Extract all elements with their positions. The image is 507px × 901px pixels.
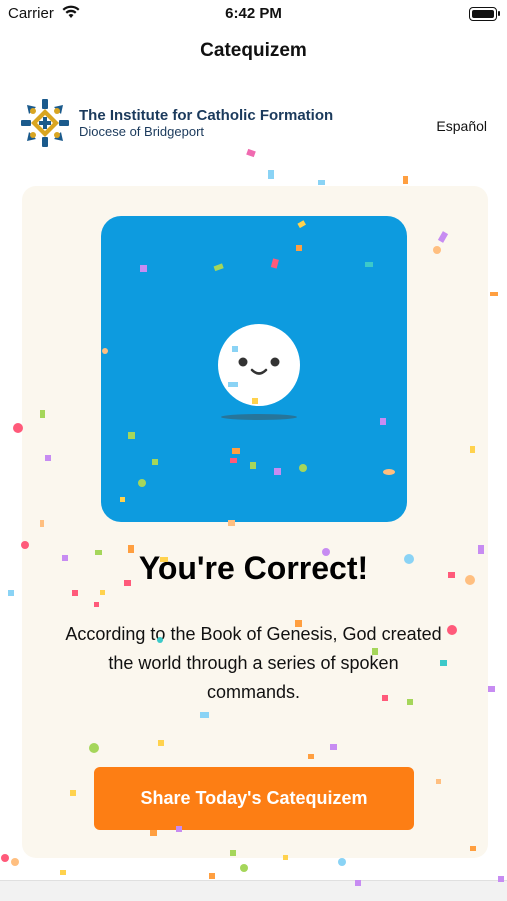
bottom-bar <box>0 880 507 901</box>
institute-logo <box>21 99 69 147</box>
share-button[interactable]: Share Today's Catequizem <box>94 767 414 830</box>
mascot-shadow <box>221 414 297 420</box>
page-title: Catequizem <box>200 40 307 61</box>
smiley-face-icon <box>238 357 280 375</box>
status-time: 6:42 PM <box>225 5 282 22</box>
result-image <box>101 216 407 522</box>
header: The Institute for Catholic Formation Dio… <box>0 88 507 158</box>
status-bar: Carrier 6:42 PM <box>0 0 507 28</box>
battery-icon <box>469 7 500 21</box>
smiley-mascot <box>218 324 300 406</box>
language-toggle[interactable]: Español <box>436 118 487 134</box>
org-name: The Institute for Catholic Formation <box>79 107 334 124</box>
result-title: You're Correct! <box>138 550 369 586</box>
result-explanation: According to the Book of Genesis, God cr… <box>65 624 442 702</box>
org-subtitle: Diocese of Bridgeport <box>79 124 205 139</box>
